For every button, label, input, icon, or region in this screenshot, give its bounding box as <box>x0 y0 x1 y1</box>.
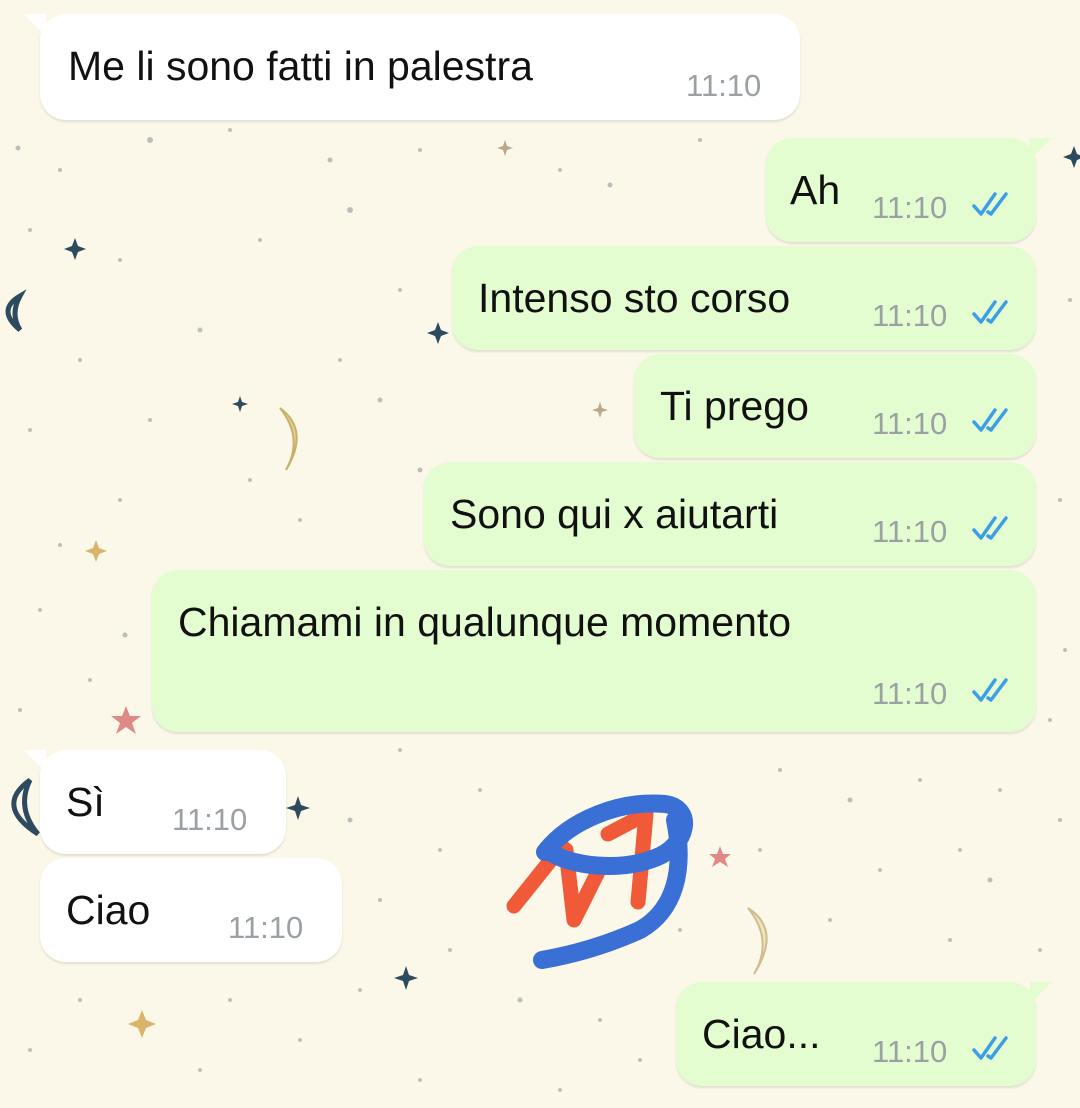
message-bubble-incoming[interactable]: Sì 11:10 <box>24 750 286 854</box>
message-bubble-outgoing[interactable]: Intenso sto corso 11:10 <box>452 246 1036 350</box>
message-text: Sono qui x aiutarti <box>450 491 779 537</box>
message-bubble-incoming[interactable]: Ciao 11:10 <box>40 858 342 962</box>
message-time: 11:10 <box>872 514 948 549</box>
message-time: 11:10 <box>872 676 948 711</box>
double-check-icon <box>972 408 1008 432</box>
star-icon <box>128 1010 156 1038</box>
message-bubble-outgoing[interactable]: Chiamami in qualunque momento 11:10 <box>152 570 1036 732</box>
message-text: Ah <box>790 167 841 213</box>
message-time: 11:10 <box>228 910 304 945</box>
double-check-icon <box>972 1036 1008 1060</box>
double-check-icon <box>972 678 1008 702</box>
star-icon <box>592 402 608 418</box>
message-time: 11:10 <box>686 68 762 103</box>
message-time: 11:10 <box>872 406 948 441</box>
message-text: Ti prego <box>660 383 809 429</box>
double-check-icon <box>972 192 1008 216</box>
message-bubble-outgoing[interactable]: Ciao... 11:10 <box>676 982 1052 1086</box>
message-time: 11:10 <box>872 298 948 333</box>
double-check-icon <box>972 516 1008 540</box>
message-time: 11:10 <box>172 802 248 837</box>
star-icon <box>497 140 513 156</box>
message-time: 11:10 <box>872 1034 948 1069</box>
star-icon <box>394 966 418 990</box>
message-time: 11:10 <box>872 190 948 225</box>
message-text: Me li sono fatti in palestra <box>68 43 533 89</box>
star-icon <box>1063 146 1080 168</box>
message-bubble-outgoing[interactable]: Ah 11:10 <box>766 138 1052 242</box>
message-text: Chiamami in qualunque momento <box>178 599 792 645</box>
moon-icon <box>747 907 768 975</box>
message-bubble-outgoing[interactable]: Ti prego 11:10 <box>634 354 1036 458</box>
moon-icon <box>279 407 298 471</box>
star-icon <box>64 238 86 260</box>
message-bubble-incoming[interactable]: Me li sono fatti in palestra 11:10 <box>24 14 800 120</box>
message-text: Ciao... <box>702 1011 821 1057</box>
scribble-overlay <box>506 794 693 969</box>
star-icon <box>85 540 107 562</box>
double-check-icon <box>972 300 1008 324</box>
star-icon <box>111 706 141 734</box>
message-text: Sì <box>66 779 105 825</box>
message-bubble-outgoing[interactable]: Sono qui x aiutarti 11:10 <box>424 462 1036 566</box>
message-text: Intenso sto corso <box>478 275 791 321</box>
message-text: Ciao <box>66 887 151 933</box>
star-icon <box>232 396 248 412</box>
star-icon <box>427 322 449 344</box>
moon-icon <box>11 777 40 837</box>
moon-icon <box>5 289 27 332</box>
star-icon <box>286 796 310 820</box>
